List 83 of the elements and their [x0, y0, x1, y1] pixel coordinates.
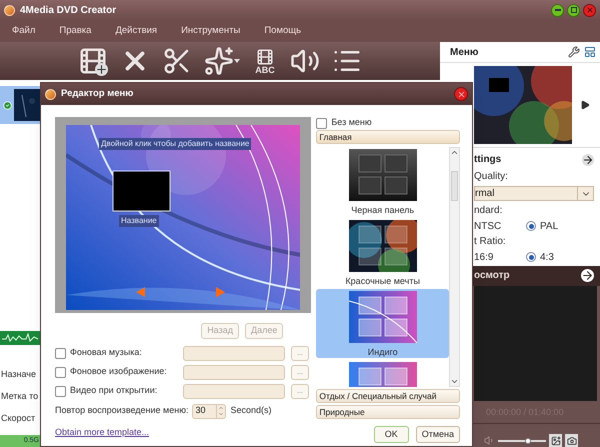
section-title: осмотр	[474, 269, 510, 284]
radio-label: PAL	[540, 220, 558, 234]
radio-label: 16:9	[474, 250, 494, 265]
checkbox[interactable]	[55, 348, 66, 358]
dialog-title: Редактор меню	[61, 86, 134, 101]
play-icon[interactable]	[580, 100, 590, 110]
checkbox[interactable]	[55, 366, 66, 378]
option-label: Видео при открытии:	[70, 384, 158, 398]
subtitle-button[interactable]: ABC	[252, 48, 278, 74]
add-video-button[interactable]	[78, 46, 108, 76]
camera-icon	[566, 436, 576, 446]
stars-icon	[204, 46, 234, 76]
radio-button[interactable]	[526, 221, 536, 232]
path-field[interactable]	[183, 384, 285, 398]
effects-button[interactable]	[204, 46, 240, 76]
menu-item[interactable]: Файл	[12, 24, 36, 38]
template-item[interactable]: Красочные мечты	[316, 218, 449, 287]
camera-button[interactable]	[565, 434, 578, 447]
unit-label: Second(s)	[230, 404, 272, 418]
scrollbar[interactable]	[449, 147, 460, 387]
check-icon	[3, 100, 12, 110]
radio-button[interactable]	[526, 252, 536, 262]
category-header[interactable]: Главная	[316, 130, 460, 144]
checkbox[interactable]	[55, 386, 66, 396]
field-label: Quality:	[474, 170, 509, 184]
field-label: Метка то	[0, 390, 40, 403]
plus-icon	[95, 63, 108, 76]
path-field[interactable]	[183, 346, 285, 360]
template-item[interactable]: Черная панель	[316, 147, 449, 216]
template-item[interactable]: Индиго	[316, 289, 449, 358]
field-label: t Ratio:	[474, 235, 507, 250]
close-icon	[586, 6, 594, 14]
close-button[interactable]	[583, 4, 596, 16]
waveform-drawing	[0, 331, 40, 345]
caption-field[interactable]: Название	[119, 215, 159, 227]
section-title: ttings	[474, 153, 502, 168]
clip-row[interactable]	[0, 86, 40, 124]
template-name: Индиго	[368, 346, 398, 359]
field-label: Назначе	[0, 368, 38, 381]
menu-item[interactable]: Инструменты	[181, 24, 240, 38]
caret-icon	[234, 59, 240, 63]
option-label: Фоновое изображение:	[70, 365, 168, 378]
film-icon	[78, 46, 108, 76]
checkbox[interactable]	[316, 118, 328, 128]
cancel-button[interactable]: Отмена	[416, 426, 460, 443]
title-field[interactable]: Двойной клик чтобы добавить название	[99, 138, 252, 150]
repeat-label: Повтор воспроизведение меню:	[55, 404, 188, 418]
menu-item[interactable]: Действия	[115, 24, 158, 38]
app-logo-icon	[45, 88, 56, 100]
minimize-button[interactable]	[551, 4, 564, 16]
snapshot-button[interactable]	[549, 434, 562, 447]
image-icon	[550, 436, 560, 446]
scrollbar-thumb[interactable]	[451, 171, 458, 201]
radio-label: NTSC	[474, 220, 502, 234]
app-logo-icon	[4, 4, 15, 16]
more-templates-link[interactable]: Obtain more template...	[55, 426, 150, 440]
slider-thumb[interactable]	[524, 438, 531, 444]
checkbox-label: Без меню	[331, 116, 372, 130]
arrow-right-icon[interactable]	[582, 154, 594, 166]
template-name: Красочные мечты	[345, 275, 420, 288]
chevron-down-icon[interactable]	[450, 377, 459, 386]
path-field[interactable]	[183, 364, 285, 380]
quality-dropdown[interactable]: rmal	[474, 186, 594, 202]
arrow-right-icon[interactable]	[581, 269, 594, 282]
menu-item[interactable]: Помощь	[264, 24, 302, 38]
tools-icon[interactable]	[568, 46, 580, 58]
volume-slider[interactable]	[498, 436, 546, 444]
field-label: Скорост	[0, 412, 36, 425]
field-label: ndard:	[474, 204, 504, 218]
close-icon	[456, 90, 466, 98]
category-header[interactable]: Природные	[316, 405, 460, 419]
layout-icon[interactable]	[584, 46, 596, 58]
chevron-up-icon[interactable]	[450, 148, 459, 157]
ok-button[interactable]: OK	[374, 426, 409, 443]
category-header[interactable]: Отдых / Специальный случай	[316, 389, 460, 403]
maximize-button[interactable]	[567, 4, 580, 16]
template-name: Черная панель	[351, 204, 414, 217]
option-label: Фоновая музыка:	[70, 346, 143, 360]
window-title: 4Media DVD Creator	[20, 4, 116, 18]
radio-label: 4:3	[540, 250, 554, 265]
menu-item[interactable]: Правка	[59, 24, 92, 38]
close-button[interactable]	[454, 87, 468, 101]
panel-title: Меню	[450, 46, 478, 60]
